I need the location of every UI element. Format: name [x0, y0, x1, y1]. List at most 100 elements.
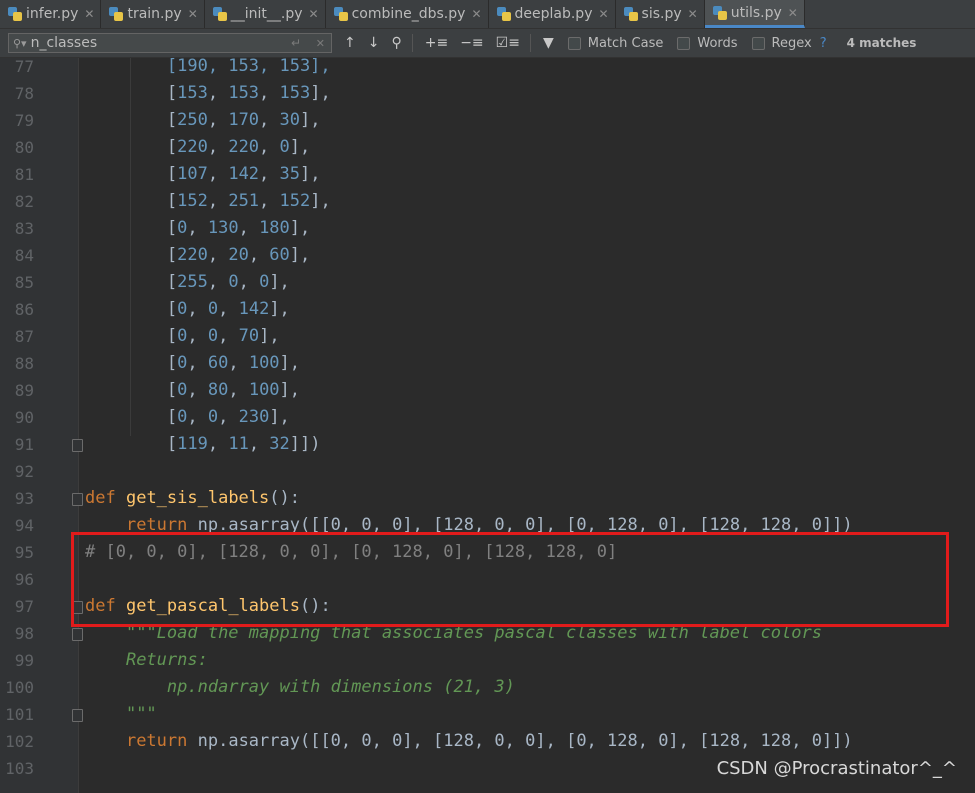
- regex-help-link[interactable]: ?: [820, 36, 827, 51]
- close-icon[interactable]: ✕: [598, 7, 608, 21]
- tab-deeplab-py[interactable]: deeplab.py ✕: [489, 0, 616, 28]
- match-case-checkbox[interactable]: Match Case: [567, 36, 663, 51]
- regex-label: Regex: [771, 35, 812, 51]
- words-label: Words: [697, 35, 738, 51]
- number-literal: 142: [228, 164, 260, 184]
- fold-marker-icon[interactable]: [72, 493, 83, 506]
- code-line: 92: [0, 458, 975, 485]
- editor-tab-bar: infer.py ✕ train.py ✕ __init__.py ✕ combine_db…: [0, 0, 975, 29]
- code-line: 99 Returns:: [0, 647, 975, 674]
- line-number: 81: [14, 165, 34, 184]
- line-number: 100: [5, 678, 34, 697]
- watermark: CSDN @Procrastinator^_^: [716, 758, 957, 779]
- close-icon[interactable]: ✕: [471, 7, 481, 21]
- code-text: [0, 0, 230],: [85, 407, 290, 427]
- keyword: def: [85, 488, 116, 508]
- tab-utils-py[interactable]: utils.py ✕: [704, 0, 805, 28]
- checkbox-box[interactable]: [677, 36, 691, 50]
- number-literal: 100: [248, 380, 280, 400]
- find-bar: ⚲▾ ↵ ✕ ↑ ↓ ⚲ +≡ −≡ ☑≡ ▼ Match Case Words…: [0, 29, 975, 58]
- search-box[interactable]: ⚲▾ ↵ ✕: [8, 33, 332, 53]
- tab-label: deeplab.py: [514, 6, 593, 22]
- checkbox-box[interactable]: [567, 36, 581, 50]
- code-text: [250, 170, 30],: [85, 110, 321, 130]
- code-text: [0, 0, 70],: [85, 326, 280, 346]
- fold-marker-icon[interactable]: [72, 628, 83, 641]
- tab-label: combine_dbs.py: [351, 6, 466, 22]
- regex-checkbox[interactable]: Regex: [751, 35, 812, 51]
- line-number: 102: [5, 732, 34, 751]
- match-count: 4 matches: [846, 36, 917, 50]
- code-text: [190, 153, 153],: [85, 58, 331, 80]
- find-all-icon[interactable]: ⚲: [391, 35, 401, 51]
- number-literal: 0: [177, 353, 188, 373]
- number-literal: 153: [279, 83, 311, 103]
- python-file-icon: [8, 6, 22, 22]
- line-number: 84: [14, 246, 34, 265]
- close-icon[interactable]: ✕: [84, 7, 94, 21]
- close-icon[interactable]: ✕: [188, 7, 198, 21]
- code-editor[interactable]: 77 [190, 153, 153], 78 [153, 153, 153], 79…: [0, 58, 975, 793]
- line-number: 94: [14, 516, 34, 535]
- code-line: 83 [0, 130, 180],: [0, 215, 975, 242]
- number-literal: 153: [228, 83, 260, 103]
- previous-match-icon[interactable]: ↑: [344, 35, 356, 51]
- fold-marker-icon[interactable]: [72, 709, 83, 722]
- python-file-icon: [712, 5, 727, 21]
- checkbox-box[interactable]: [751, 36, 765, 50]
- code-line: 86 [0, 0, 142],: [0, 296, 975, 323]
- number-literal: 255: [177, 272, 208, 292]
- new-line-icon[interactable]: ↵: [291, 36, 301, 50]
- number-literal: 35: [279, 164, 301, 184]
- line-number: 83: [14, 219, 34, 238]
- tab-infer-py[interactable]: infer.py ✕: [0, 0, 102, 28]
- tab-train-py[interactable]: train.py ✕: [101, 0, 205, 28]
- words-checkbox[interactable]: Words: [677, 35, 738, 51]
- number-literal: 220: [228, 137, 260, 157]
- code-text: [152, 251, 152],: [85, 191, 331, 211]
- line-number: 97: [14, 597, 34, 616]
- code-line: 102 return np.asarray([[0, 0, 0], [128, …: [0, 728, 975, 755]
- line-number: 96: [14, 570, 34, 589]
- search-input[interactable]: [30, 35, 271, 51]
- number-literal: 180: [259, 218, 290, 238]
- tab-combine-dbs-py[interactable]: combine_dbs.py ✕: [326, 0, 489, 28]
- code-text: [220, 20, 60],: [85, 245, 311, 265]
- remove-selection-icon[interactable]: −≡: [460, 35, 483, 51]
- code-text: return np.asarray([[0, 0, 0], [128, 0, 0…: [85, 728, 853, 755]
- number-literal: 80: [207, 380, 229, 400]
- line-number: 91: [14, 435, 34, 454]
- select-all-occurrences-icon[interactable]: ☑≡: [496, 35, 520, 51]
- number-literal: 32: [269, 434, 290, 454]
- line-number: 103: [5, 759, 34, 778]
- tab-init-py[interactable]: __init__.py ✕: [205, 0, 326, 28]
- tab-sis-py[interactable]: sis.py ✕: [616, 0, 705, 28]
- tab-label: __init__.py: [230, 6, 303, 22]
- next-match-icon[interactable]: ↓: [368, 35, 380, 51]
- filter-icon[interactable]: ▼: [543, 35, 554, 51]
- number-literal: 152: [279, 191, 311, 211]
- code-line: 93 def get_sis_labels():: [0, 485, 975, 512]
- line-number: 99: [14, 651, 34, 670]
- python-file-icon: [109, 6, 124, 22]
- code-text: [0, 0, 142],: [85, 299, 290, 319]
- line-number: 98: [14, 624, 34, 643]
- code-line: 100 np.ndarray with dimensions (21, 3): [0, 674, 975, 701]
- code-line: 101 """: [0, 701, 975, 728]
- close-icon[interactable]: ✕: [788, 6, 798, 20]
- number-literal: 30: [279, 110, 301, 130]
- number-literal: 220: [177, 245, 208, 265]
- fold-marker-icon[interactable]: [72, 439, 83, 452]
- code-text: [220, 220, 0],: [85, 137, 311, 157]
- close-icon[interactable]: ✕: [688, 7, 698, 21]
- close-icon[interactable]: ✕: [309, 7, 319, 21]
- number-literal: 0: [177, 407, 188, 427]
- number-literal: 0: [177, 218, 188, 238]
- clear-search-icon[interactable]: ✕: [316, 37, 325, 50]
- python-file-icon: [496, 6, 511, 22]
- code-text: [0, 80, 100],: [85, 380, 301, 400]
- line-number: 86: [14, 300, 34, 319]
- code-text: [255, 0, 0],: [85, 272, 290, 292]
- add-selection-icon[interactable]: +≡: [425, 35, 448, 51]
- keyword: return: [125, 731, 188, 751]
